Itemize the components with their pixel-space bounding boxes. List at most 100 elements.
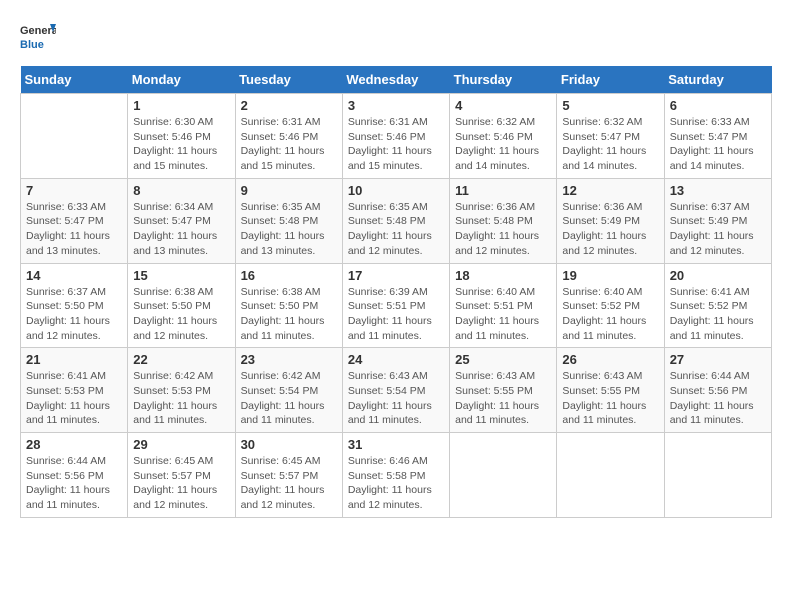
calendar-cell: 12 Sunrise: 6:36 AMSunset: 5:49 PMDayligh… <box>557 178 664 263</box>
calendar-cell: 3 Sunrise: 6:31 AMSunset: 5:46 PMDaylight… <box>342 94 449 179</box>
calendar-cell: 26 Sunrise: 6:43 AMSunset: 5:55 PMDayligh… <box>557 348 664 433</box>
day-number: 13 <box>670 183 766 198</box>
day-info: Sunrise: 6:33 AMSunset: 5:47 PMDaylight:… <box>26 200 122 259</box>
calendar-cell <box>557 433 664 518</box>
day-number: 16 <box>241 268 337 283</box>
calendar-cell: 23 Sunrise: 6:42 AMSunset: 5:54 PMDayligh… <box>235 348 342 433</box>
calendar-cell: 15Sunrise: 6:38 AMSunset: 5:50 PMDayligh… <box>128 263 235 348</box>
weekday-header-friday: Friday <box>557 66 664 94</box>
day-number: 15 <box>133 268 229 283</box>
day-info: Sunrise: 6:35 AMSunset: 5:48 PMDaylight:… <box>241 200 337 259</box>
calendar-table: SundayMondayTuesdayWednesdayThursdayFrid… <box>20 66 772 518</box>
day-info: Sunrise: 6:37 AMSunset: 5:49 PMDaylight:… <box>670 200 766 259</box>
day-number: 25 <box>455 352 551 367</box>
day-info: Sunrise: 6:37 AMSunset: 5:50 PMDaylight:… <box>26 285 122 344</box>
day-info: Sunrise: 6:42 AMSunset: 5:54 PMDaylight:… <box>241 369 337 428</box>
day-number: 28 <box>26 437 122 452</box>
calendar-cell: 31 Sunrise: 6:46 AMSunset: 5:58 PMDayligh… <box>342 433 449 518</box>
day-info: Sunrise: 6:41 AMSunset: 5:52 PMDaylight:… <box>670 285 766 344</box>
weekday-header-wednesday: Wednesday <box>342 66 449 94</box>
day-info: Sunrise: 6:30 AMSunset: 5:46 PMDaylight:… <box>133 115 229 174</box>
day-info: Sunrise: 6:36 AMSunset: 5:48 PMDaylight:… <box>455 200 551 259</box>
calendar-cell: 16 Sunrise: 6:38 AMSunset: 5:50 PMDayligh… <box>235 263 342 348</box>
day-number: 7 <box>26 183 122 198</box>
weekday-header-saturday: Saturday <box>664 66 771 94</box>
day-info: Sunrise: 6:31 AMSunset: 5:46 PMDaylight:… <box>348 115 444 174</box>
day-number: 11 <box>455 183 551 198</box>
day-info: Sunrise: 6:32 AMSunset: 5:46 PMDaylight:… <box>455 115 551 174</box>
day-info: Sunrise: 6:44 AMSunset: 5:56 PMDaylight:… <box>670 369 766 428</box>
svg-text:General: General <box>20 25 56 37</box>
calendar-cell <box>21 94 128 179</box>
calendar-cell: 17Sunrise: 6:39 AMSunset: 5:51 PMDayligh… <box>342 263 449 348</box>
day-number: 23 <box>241 352 337 367</box>
logo: General Blue <box>20 20 56 56</box>
calendar-cell: 10Sunrise: 6:35 AMSunset: 5:48 PMDayligh… <box>342 178 449 263</box>
calendar-week-row: 14Sunrise: 6:37 AMSunset: 5:50 PMDayligh… <box>21 263 772 348</box>
day-number: 21 <box>26 352 122 367</box>
svg-text:Blue: Blue <box>20 39 44 51</box>
day-number: 19 <box>562 268 658 283</box>
day-number: 3 <box>348 98 444 113</box>
calendar-header-row: SundayMondayTuesdayWednesdayThursdayFrid… <box>21 66 772 94</box>
calendar-cell: 9Sunrise: 6:35 AMSunset: 5:48 PMDaylight… <box>235 178 342 263</box>
day-info: Sunrise: 6:40 AMSunset: 5:51 PMDaylight:… <box>455 285 551 344</box>
calendar-cell: 5 Sunrise: 6:32 AMSunset: 5:47 PMDaylight… <box>557 94 664 179</box>
weekday-header-thursday: Thursday <box>450 66 557 94</box>
day-info: Sunrise: 6:33 AMSunset: 5:47 PMDaylight:… <box>670 115 766 174</box>
calendar-cell: 13 Sunrise: 6:37 AMSunset: 5:49 PMDayligh… <box>664 178 771 263</box>
logo-container: General Blue <box>20 20 56 56</box>
day-info: Sunrise: 6:32 AMSunset: 5:47 PMDaylight:… <box>562 115 658 174</box>
logo-svg: General Blue <box>20 20 56 56</box>
day-info: Sunrise: 6:46 AMSunset: 5:58 PMDaylight:… <box>348 454 444 513</box>
calendar-week-row: 1 Sunrise: 6:30 AMSunset: 5:46 PMDaylight… <box>21 94 772 179</box>
calendar-cell: 28 Sunrise: 6:44 AMSunset: 5:56 PMDayligh… <box>21 433 128 518</box>
day-number: 4 <box>455 98 551 113</box>
calendar-cell: 11 Sunrise: 6:36 AMSunset: 5:48 PMDayligh… <box>450 178 557 263</box>
calendar-cell: 4 Sunrise: 6:32 AMSunset: 5:46 PMDaylight… <box>450 94 557 179</box>
calendar-week-row: 21 Sunrise: 6:41 AMSunset: 5:53 PMDayligh… <box>21 348 772 433</box>
day-info: Sunrise: 6:44 AMSunset: 5:56 PMDaylight:… <box>26 454 122 513</box>
calendar-week-row: 28 Sunrise: 6:44 AMSunset: 5:56 PMDayligh… <box>21 433 772 518</box>
calendar-cell: 29Sunrise: 6:45 AMSunset: 5:57 PMDayligh… <box>128 433 235 518</box>
day-number: 22 <box>133 352 229 367</box>
day-number: 5 <box>562 98 658 113</box>
calendar-cell: 14Sunrise: 6:37 AMSunset: 5:50 PMDayligh… <box>21 263 128 348</box>
day-number: 18 <box>455 268 551 283</box>
day-number: 1 <box>133 98 229 113</box>
day-info: Sunrise: 6:38 AMSunset: 5:50 PMDaylight:… <box>241 285 337 344</box>
day-number: 31 <box>348 437 444 452</box>
day-info: Sunrise: 6:31 AMSunset: 5:46 PMDaylight:… <box>241 115 337 174</box>
day-info: Sunrise: 6:36 AMSunset: 5:49 PMDaylight:… <box>562 200 658 259</box>
day-info: Sunrise: 6:45 AMSunset: 5:57 PMDaylight:… <box>133 454 229 513</box>
day-number: 26 <box>562 352 658 367</box>
day-number: 10 <box>348 183 444 198</box>
calendar-cell: 19 Sunrise: 6:40 AMSunset: 5:52 PMDayligh… <box>557 263 664 348</box>
day-info: Sunrise: 6:40 AMSunset: 5:52 PMDaylight:… <box>562 285 658 344</box>
calendar-cell: 30 Sunrise: 6:45 AMSunset: 5:57 PMDayligh… <box>235 433 342 518</box>
day-info: Sunrise: 6:43 AMSunset: 5:55 PMDaylight:… <box>455 369 551 428</box>
day-info: Sunrise: 6:43 AMSunset: 5:55 PMDaylight:… <box>562 369 658 428</box>
day-info: Sunrise: 6:43 AMSunset: 5:54 PMDaylight:… <box>348 369 444 428</box>
calendar-cell: 22Sunrise: 6:42 AMSunset: 5:53 PMDayligh… <box>128 348 235 433</box>
day-number: 12 <box>562 183 658 198</box>
day-number: 17 <box>348 268 444 283</box>
calendar-week-row: 7 Sunrise: 6:33 AMSunset: 5:47 PMDaylight… <box>21 178 772 263</box>
calendar-cell: 6 Sunrise: 6:33 AMSunset: 5:47 PMDaylight… <box>664 94 771 179</box>
day-number: 27 <box>670 352 766 367</box>
calendar-cell: 25 Sunrise: 6:43 AMSunset: 5:55 PMDayligh… <box>450 348 557 433</box>
day-number: 6 <box>670 98 766 113</box>
day-number: 2 <box>241 98 337 113</box>
calendar-cell: 20Sunrise: 6:41 AMSunset: 5:52 PMDayligh… <box>664 263 771 348</box>
day-number: 24 <box>348 352 444 367</box>
weekday-header-sunday: Sunday <box>21 66 128 94</box>
calendar-cell: 18 Sunrise: 6:40 AMSunset: 5:51 PMDayligh… <box>450 263 557 348</box>
day-info: Sunrise: 6:45 AMSunset: 5:57 PMDaylight:… <box>241 454 337 513</box>
calendar-cell <box>664 433 771 518</box>
day-number: 30 <box>241 437 337 452</box>
calendar-cell: 21 Sunrise: 6:41 AMSunset: 5:53 PMDayligh… <box>21 348 128 433</box>
calendar-cell: 7 Sunrise: 6:33 AMSunset: 5:47 PMDaylight… <box>21 178 128 263</box>
calendar-cell: 8Sunrise: 6:34 AMSunset: 5:47 PMDaylight… <box>128 178 235 263</box>
day-info: Sunrise: 6:34 AMSunset: 5:47 PMDaylight:… <box>133 200 229 259</box>
day-info: Sunrise: 6:41 AMSunset: 5:53 PMDaylight:… <box>26 369 122 428</box>
